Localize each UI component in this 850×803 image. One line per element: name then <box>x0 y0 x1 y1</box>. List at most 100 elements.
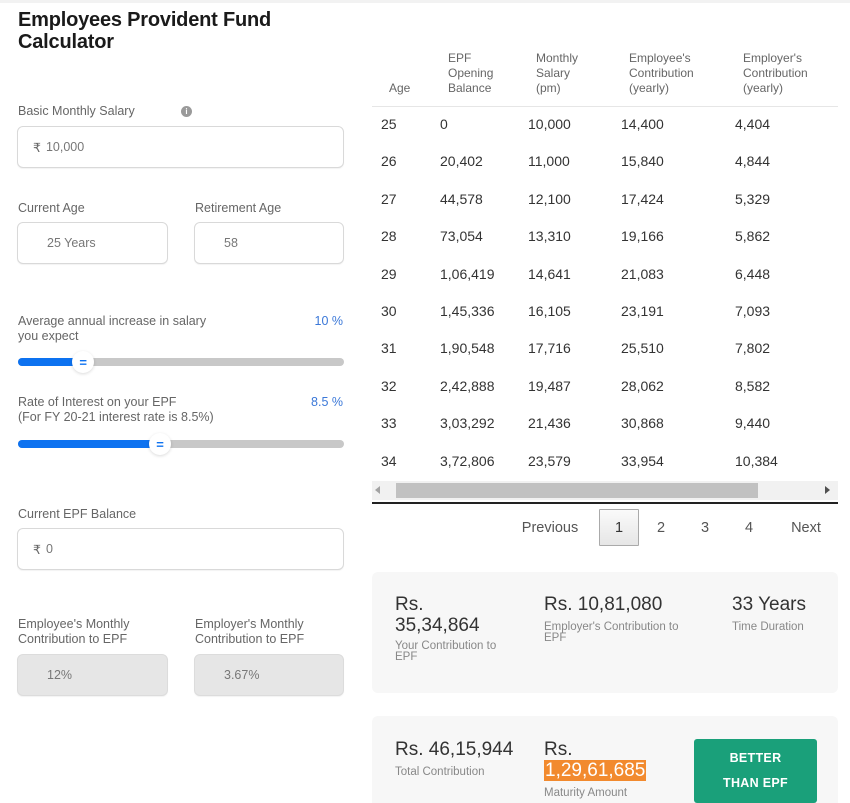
slider-handle[interactable]: = <box>72 351 95 373</box>
table-cell: 17,424 <box>621 190 664 207</box>
pagination-page-1[interactable]: 1 <box>599 509 639 546</box>
table-cell: 14,641 <box>528 265 571 282</box>
table-cell: 8,582 <box>735 377 771 394</box>
table-cell: 19,166 <box>621 228 664 245</box>
table-cell: 30,868 <box>621 415 664 432</box>
employee-contribution-field: 12% <box>17 654 168 696</box>
current-age-label: Current Age <box>18 201 85 215</box>
table-cell: 27 <box>381 190 397 207</box>
pagination-next[interactable]: Next <box>781 509 831 546</box>
maturity-amount-value: Rs. 1,29,61,685 <box>544 739 647 781</box>
table-cell: 7,802 <box>735 340 771 357</box>
rupee-icon: ₹ <box>33 140 41 155</box>
slider-handle[interactable]: = <box>149 433 172 455</box>
table-cell: 7,093 <box>735 303 771 319</box>
table-cell: 14,400 <box>621 116 664 132</box>
table-row: 27 44,578 12,100 17,424 5,329 <box>372 182 838 219</box>
better-than-epf-button[interactable]: BETTER THAN EPF <box>694 739 817 803</box>
table-cell: 34 <box>381 452 397 469</box>
retirement-age-value: 58 <box>224 236 238 250</box>
rupee-icon: ₹ <box>33 542 41 557</box>
current-balance-input[interactable]: ₹ 0 <box>17 528 344 570</box>
table-cell: 21,436 <box>528 415 571 432</box>
employer-contribution-field: 3.67% <box>194 654 344 696</box>
your-contribution-prefix: Rs. <box>395 594 424 615</box>
info-icon[interactable]: i <box>181 106 192 117</box>
basic-salary-label: Basic Monthly Salary <box>18 104 135 118</box>
basic-salary-value: 10,000 <box>45 140 85 154</box>
total-contribution-label: Total Contribution <box>395 766 485 778</box>
table-row: 28 73,054 13,310 19,166 5,862 <box>372 219 838 256</box>
salary-increase-slider[interactable]: = <box>18 351 344 373</box>
table-row: 34 3,72,806 23,579 33,954 10,384 <box>372 444 838 481</box>
employee-contribution-label-line2: Contribution to EPF <box>18 632 128 646</box>
column-header-line: Monthly <box>536 51 579 65</box>
column-header-line: Salary <box>536 66 571 80</box>
table-cell: 25 <box>381 116 397 132</box>
basic-salary-input[interactable]: ₹ 10,000 <box>17 126 344 168</box>
column-header-line: Opening <box>448 66 494 80</box>
retirement-age-input[interactable]: 58 <box>194 222 344 264</box>
pagination-page-3[interactable]: 3 <box>687 509 723 546</box>
interest-rate-slider[interactable]: = <box>18 433 344 455</box>
column-header: Monthly Salary (pm) <box>536 51 578 96</box>
current-age-input[interactable]: 25 Years <box>17 222 168 264</box>
interest-rate-label-line1: Rate of Interest on your EPF <box>18 395 177 409</box>
table-cell: 44,578 <box>440 190 483 207</box>
employer-contribution-value: 3.67% <box>224 668 260 682</box>
your-contribution-label: Your Contribution to EPF <box>395 640 496 663</box>
table-cell: 17,716 <box>528 340 571 357</box>
table-cell: 23,191 <box>621 303 664 319</box>
table-cell: 2,42,888 <box>440 377 495 394</box>
table-cell: 16,105 <box>528 303 571 319</box>
table-row: 31 1,90,548 17,716 25,510 7,802 <box>372 331 838 368</box>
column-header-line: Employer's <box>743 51 802 65</box>
column-header-line: Contribution <box>743 66 808 80</box>
total-contribution-value: Rs. 46,15,944 <box>395 739 514 760</box>
table-cell: 23,579 <box>528 452 571 469</box>
employer-contribution-label-line1: Employer's Monthly <box>195 617 304 631</box>
column-header-line: Age <box>389 81 411 95</box>
better-button-line1: BETTER <box>729 751 782 765</box>
table-cell: 29 <box>381 265 397 282</box>
pagination-previous[interactable]: Previous <box>512 509 588 546</box>
table-row: 29 1,06,419 14,641 21,083 6,448 <box>372 257 838 294</box>
horizontal-scrollbar[interactable] <box>372 481 838 500</box>
interest-rate-label: Rate of Interest on your EPF (For FY 20-… <box>18 395 278 425</box>
column-header-line: Employee's <box>629 51 691 65</box>
table-cell: 28 <box>381 228 397 245</box>
table-cell: 5,329 <box>735 190 771 207</box>
table-cell: 0 <box>440 116 448 132</box>
maturity-amount: 1,29,61,685 <box>544 760 647 781</box>
table-cell: 6,448 <box>735 265 771 282</box>
table-cell: 4,404 <box>735 116 771 132</box>
scroll-left-icon[interactable] <box>375 486 380 494</box>
drag-handle-icon: = <box>156 436 164 452</box>
scrollbar-thumb[interactable] <box>396 483 758 498</box>
interest-rate-label-line2: (For FY 20-21 interest rate is 8.5%) <box>18 410 214 424</box>
table-cell: 20,402 <box>440 153 483 170</box>
scroll-right-icon[interactable] <box>825 486 830 494</box>
pagination-page-4[interactable]: 4 <box>731 509 767 546</box>
table-cell: 19,487 <box>528 377 571 394</box>
column-header: EPF Opening Balance <box>448 51 493 96</box>
page-title: Employees Provident Fund Calculator <box>18 9 272 53</box>
table-cell: 26 <box>381 153 397 170</box>
duration-value: 33 Years <box>732 594 806 615</box>
table-cell: 1,90,548 <box>440 340 495 357</box>
pagination-page-2[interactable]: 2 <box>643 509 679 546</box>
employee-contribution-value: 12% <box>47 668 73 682</box>
better-button-line2: THAN EPF <box>723 776 788 790</box>
table-cell: 11,000 <box>528 153 570 170</box>
table-cell: 5,862 <box>735 228 771 245</box>
salary-increase-label-line2: you expect <box>18 329 79 343</box>
table-cell: 13,310 <box>528 228 571 245</box>
table-cell: 30 <box>381 303 397 319</box>
employer-contribution-total-label-line2: EPF <box>544 632 567 644</box>
column-header: Age <box>389 81 410 96</box>
salary-increase-label-line1: Average annual increase in salary <box>18 314 207 328</box>
table-cell: 31 <box>381 340 397 357</box>
table-cell: 33,954 <box>621 452 664 469</box>
employer-contribution-total: Rs. 10,81,080 <box>544 594 663 615</box>
table-cell: 15,840 <box>621 153 664 170</box>
